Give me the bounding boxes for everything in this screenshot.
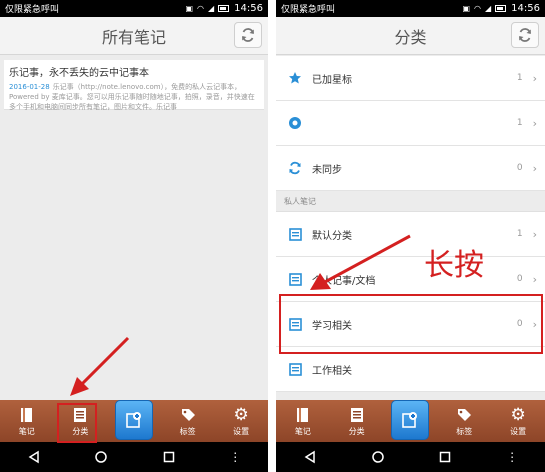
sync-icon [288, 161, 302, 175]
home-icon[interactable] [371, 450, 385, 464]
sync-button[interactable] [234, 22, 262, 48]
status-bar: 仅限紧急呼叫 ▣ ◠ ◢ 14:56 [0, 0, 268, 17]
battery-icon [218, 5, 230, 12]
refresh-icon [242, 28, 254, 42]
header: 分类 [276, 17, 545, 55]
gear-icon: ⚙ [233, 404, 249, 425]
back-icon[interactable] [303, 450, 317, 464]
gear-icon: ⚙ [510, 404, 526, 425]
chevron-right-icon: › [532, 71, 537, 85]
category-label: 工作相关 [312, 365, 352, 377]
tab-categories[interactable]: 分类 [330, 400, 384, 442]
clock: 14:56 [511, 3, 540, 14]
notebook-list-icon [288, 362, 302, 376]
header: 所有笔记 [0, 17, 268, 55]
wifi-icon: ◠ [197, 4, 205, 13]
notebook-icon [18, 406, 36, 424]
long-press-annotation: 长按 [424, 248, 484, 283]
android-nav-bar: ⋮ [276, 442, 545, 472]
notebook-list-icon [288, 227, 302, 241]
chevron-right-icon: › [532, 227, 537, 241]
tab-settings[interactable]: ⚙ 设置 [214, 400, 268, 442]
tab-notes[interactable]: 笔记 [276, 400, 330, 442]
right-screen: 仅限紧急呼叫 ▣ ◠ ◢ 14:56 分类 已加星标 1 › 1 › 未同步 0… [276, 0, 545, 472]
tag-icon [179, 406, 197, 424]
chevron-right-icon: › [532, 116, 537, 130]
battery-icon [495, 5, 507, 12]
tab-label: 标签 [179, 426, 196, 436]
carrier-text: 仅限紧急呼叫 [5, 5, 60, 15]
new-note-icon [402, 412, 418, 428]
bottom-tab-bar: 笔记 分类 标签 ⚙ 设置 [276, 400, 545, 442]
tab-tags[interactable]: 标签 [437, 400, 491, 442]
category-label: 个人记事/文档 [312, 275, 376, 287]
category-count: 0 [516, 163, 523, 173]
note-item[interactable]: 乐记事，永不丢失的云中记事本 2016-01-28 乐记事（http://note… [4, 60, 264, 111]
category-count: 0 [516, 274, 523, 284]
tab-label: 分类 [348, 426, 365, 436]
section-header-private: 私人笔记 [276, 191, 545, 212]
note-date: 2016-01-28 [9, 83, 50, 91]
category-label: 未同步 [312, 164, 342, 176]
category-row-shared[interactable]: 1 › [276, 101, 545, 146]
tab-label: 笔记 [18, 426, 35, 436]
menu-icon[interactable]: ⋮ [229, 450, 241, 464]
category-count: 1 [516, 229, 523, 239]
notebook-list-icon [288, 272, 302, 286]
tab-new-note[interactable] [107, 400, 161, 442]
notification-icon: ▣ [185, 4, 194, 13]
highlight-categories-tab [57, 403, 97, 443]
shared-icon [288, 116, 302, 130]
tab-new-note[interactable] [384, 400, 438, 442]
back-icon[interactable] [27, 450, 41, 464]
category-row-unsynced[interactable]: 未同步 0 › [276, 146, 545, 191]
recents-icon[interactable] [438, 450, 452, 464]
new-note-button[interactable] [114, 400, 153, 440]
signal-icon: ◢ [485, 4, 492, 13]
sync-button[interactable] [511, 22, 539, 48]
refresh-icon [519, 28, 531, 42]
android-nav-bar: ⋮ [0, 442, 268, 472]
note-title: 乐记事，永不丢失的云中记事本 [9, 68, 149, 79]
category-row-default[interactable]: 默认分类 1 › [276, 212, 545, 257]
category-label: 已加星标 [312, 74, 352, 86]
tab-label: 设置 [233, 426, 250, 436]
recents-icon[interactable] [162, 450, 176, 464]
category-label: 默认分类 [312, 230, 352, 242]
menu-icon[interactable]: ⋮ [506, 450, 518, 464]
wifi-icon: ◠ [474, 4, 482, 13]
highlight-study-row [279, 294, 543, 354]
status-bar: 仅限紧急呼叫 ▣ ◠ ◢ 14:56 [276, 0, 545, 17]
left-screen: 仅限紧急呼叫 ▣ ◠ ◢ 14:56 所有笔记 乐记事，永不丢失的云中记事本 2… [0, 0, 268, 472]
star-icon [288, 71, 302, 85]
category-count: 1 [516, 118, 523, 128]
bottom-tab-bar: 笔记 分类 标签 ⚙ 设置 [0, 400, 268, 442]
page-title: 分类 [394, 27, 427, 47]
tab-label: 笔记 [294, 426, 311, 436]
tab-tags[interactable]: 标签 [161, 400, 215, 442]
notebook-icon [294, 406, 312, 424]
clock: 14:56 [234, 3, 263, 14]
tab-settings[interactable]: ⚙ 设置 [491, 400, 545, 442]
category-count: 1 [516, 73, 523, 83]
tag-icon [455, 406, 473, 424]
new-note-icon [126, 412, 141, 428]
page-title: 所有笔记 [101, 27, 166, 47]
category-row-starred[interactable]: 已加星标 1 › [276, 56, 545, 101]
new-note-button[interactable] [391, 400, 430, 440]
list-icon [348, 406, 366, 424]
notification-icon: ▣ [462, 4, 471, 13]
chevron-right-icon: › [532, 272, 537, 286]
signal-icon: ◢ [208, 4, 215, 13]
tab-label: 标签 [456, 426, 473, 436]
home-icon[interactable] [94, 450, 108, 464]
tab-notes[interactable]: 笔记 [0, 400, 54, 442]
carrier-text: 仅限紧急呼叫 [281, 5, 336, 15]
tab-label: 设置 [510, 426, 527, 436]
chevron-right-icon: › [532, 161, 537, 175]
